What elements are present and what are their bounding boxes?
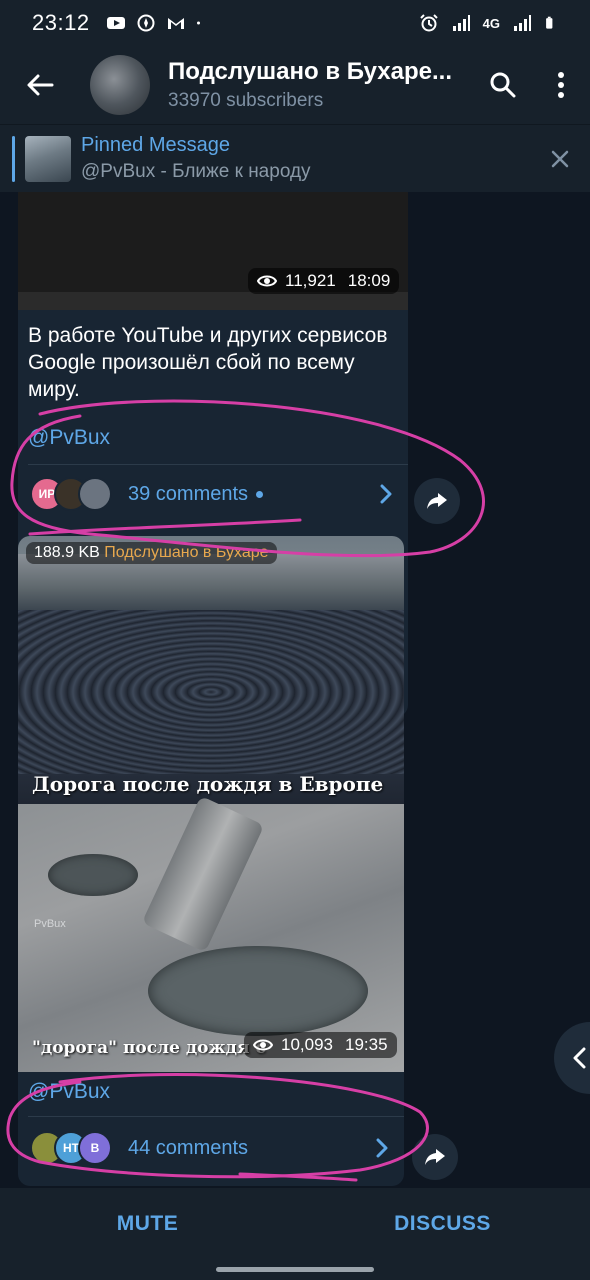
status-bar: 23:12 4G [0, 0, 590, 46]
share-icon [427, 493, 447, 509]
system-nav-bar [0, 1260, 590, 1280]
chevron-right-icon [380, 484, 392, 504]
message-bubble[interactable]: Дорога после дождя в Европе PvBux "дорог… [18, 536, 404, 1186]
arrow-left-icon [27, 74, 54, 96]
photo-europe-road[interactable]: Дорога после дождя в Европе [18, 536, 404, 804]
file-size: 188.9 KB [34, 544, 100, 561]
comments-count: 39 comments [128, 482, 249, 505]
channel-handle-link[interactable]: @PvBux [28, 1080, 110, 1104]
view-count: 10,093 [281, 1035, 333, 1054]
forward-source: Подслушано в Бухаре [104, 544, 269, 561]
unread-dot [256, 490, 264, 498]
pinned-message[interactable]: Pinned Message @PvBux - Ближе к народу [0, 124, 590, 192]
post-time: 19:35 [345, 1035, 388, 1054]
commenter-avatar: В [78, 1131, 112, 1165]
pinned-indicator [12, 135, 15, 182]
channel-handle-link[interactable]: @PvBux [28, 426, 110, 450]
file-size-badge: 188.9 KB Подслушано в Бухаре [26, 542, 277, 564]
pinned-text: - Ближе к народу [155, 161, 311, 182]
comments-divider [28, 1116, 404, 1117]
channel-info[interactable]: Подслушано в Бухаре... 33970 subscribers [168, 58, 474, 112]
pinned-texts: Pinned Message @PvBux - Ближе к народу [81, 134, 530, 183]
search-button[interactable] [474, 46, 532, 124]
comments-button[interactable]: ИР 39 comments [18, 466, 408, 522]
view-count: 11,921 [285, 271, 336, 290]
share-button[interactable] [414, 478, 460, 524]
chevron-right-icon [376, 1138, 388, 1158]
photo-ridge [141, 795, 265, 953]
pinned-preview: @PvBux - Ближе к народу [81, 161, 530, 183]
video-controls-strip [18, 292, 408, 310]
status-right-icons: 4G [419, 14, 558, 32]
close-icon [551, 150, 569, 167]
chevron-left-icon [573, 1047, 586, 1069]
chat-header: Подслушано в Бухаре... 33970 subscribers [0, 46, 590, 124]
battery-icon [546, 16, 553, 29]
home-gesture-pill[interactable] [216, 1267, 374, 1272]
discuss-button[interactable]: DISCUSS [295, 1212, 590, 1236]
compass-icon [137, 14, 155, 32]
signal-icon [452, 15, 470, 31]
pinned-thumbnail [25, 135, 71, 182]
mute-button[interactable]: MUTE [0, 1212, 295, 1236]
subscriber-count: 33970 subscribers [168, 90, 324, 111]
share-icon [425, 1149, 445, 1165]
pinned-title: Pinned Message [81, 134, 230, 156]
commenter-avatar [78, 477, 112, 511]
post-meta: 11,921 18:09 [248, 268, 400, 294]
photo-cobbles [18, 610, 404, 774]
channel-avatar[interactable] [90, 55, 150, 115]
more-vertical-icon [558, 72, 564, 98]
signal-icon-2 [514, 15, 531, 31]
channel-bottom-bar: MUTE DISCUSS [0, 1188, 590, 1260]
more-menu-button[interactable] [532, 46, 590, 124]
channel-title: Подслушано в Бухаре... [168, 58, 453, 85]
photo-pothole [48, 854, 138, 896]
pinned-handle: @PvBux [81, 161, 156, 182]
photo-pothole [148, 946, 368, 1036]
photo-caption-top: Дорога после дождя в Европе [32, 772, 384, 796]
message-text: В работе YouTube и других сервисов Googl… [28, 324, 388, 401]
eye-icon [253, 1039, 273, 1051]
comments-button[interactable]: НТ В 44 comments [18, 1120, 404, 1176]
chat-messages[interactable]: 11,921 18:09 В работе YouTube и других с… [0, 192, 590, 1188]
close-pinned-button[interactable] [530, 125, 590, 193]
share-button[interactable] [412, 1134, 458, 1180]
photo-caption-bottom: "дорога" после дождя с [32, 1038, 266, 1058]
comments-count: 44 comments [128, 1136, 249, 1159]
back-button[interactable] [0, 46, 80, 124]
notification-dot-icon [196, 21, 200, 25]
alarm-icon [419, 14, 438, 32]
network-type: 4G [482, 15, 500, 31]
comments-divider [28, 464, 408, 465]
status-left-icons [106, 14, 206, 32]
post-time: 18:09 [347, 271, 391, 290]
youtube-icon [106, 17, 125, 29]
eye-icon [257, 275, 277, 287]
status-time: 23:12 [32, 10, 90, 35]
search-icon [490, 72, 516, 98]
commenter-avatars: НТ В [30, 1131, 112, 1165]
photo-watermark: PvBux [34, 918, 66, 930]
gmail-icon [167, 18, 184, 29]
commenter-avatars: ИР [30, 477, 112, 511]
post-meta: 10,093 19:35 [244, 1032, 397, 1058]
